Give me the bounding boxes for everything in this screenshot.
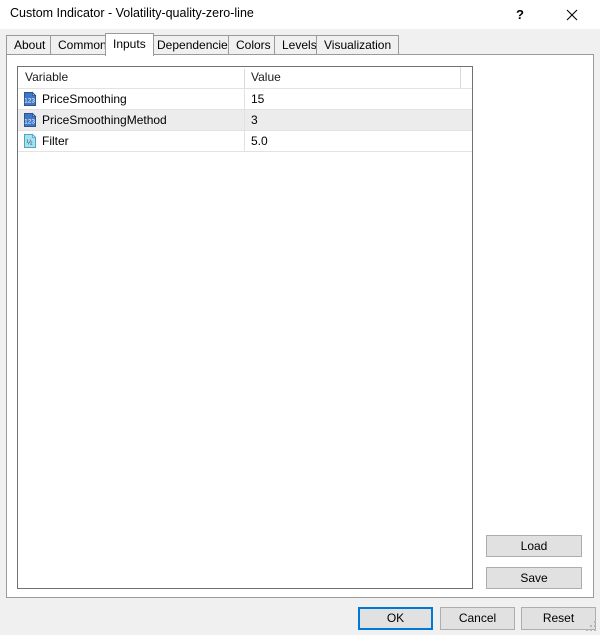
variable-name: Filter (42, 134, 69, 148)
svg-text:123: 123 (24, 119, 35, 126)
table-row[interactable]: ½ Filter 5.0 (18, 131, 472, 152)
integer-variable-icon: 123 (22, 91, 38, 107)
double-variable-icon: ½ (22, 133, 38, 149)
inputs-tab-panel: Variable Value 123 PriceSmoothing 15 123… (6, 54, 594, 598)
row-cell-divider (244, 110, 245, 130)
variable-name: PriceSmoothing (42, 92, 127, 106)
column-header-value[interactable]: Value (251, 67, 281, 88)
title-bar: Custom Indicator - Volatility-quality-ze… (0, 0, 600, 30)
variable-value[interactable]: 5.0 (251, 131, 268, 151)
tab-about[interactable]: About (6, 35, 54, 55)
variable-name: PriceSmoothingMethod (42, 113, 167, 127)
column-divider-right[interactable] (460, 67, 461, 88)
resize-grip[interactable] (585, 620, 598, 633)
row-cell-divider (244, 131, 245, 151)
window-title: Custom Indicator - Volatility-quality-ze… (10, 6, 254, 20)
close-icon[interactable] (550, 0, 594, 29)
svg-text:½: ½ (27, 139, 33, 147)
grid-header-row: Variable Value (18, 67, 472, 89)
variable-value[interactable]: 15 (251, 89, 264, 109)
ok-button[interactable]: OK (358, 607, 433, 630)
tab-colors[interactable]: Colors (228, 35, 279, 55)
table-row[interactable]: 123 PriceSmoothing 15 (18, 89, 472, 110)
row-cell-divider (244, 89, 245, 109)
cancel-button[interactable]: Cancel (440, 607, 515, 630)
table-row[interactable]: 123 PriceSmoothingMethod 3 (18, 110, 472, 131)
integer-variable-icon: 123 (22, 112, 38, 128)
column-header-variable[interactable]: Variable (25, 67, 68, 88)
variable-value[interactable]: 3 (251, 110, 258, 130)
help-icon[interactable]: ? (498, 0, 542, 29)
tab-strip: About Common Inputs Dependencies Colors … (6, 33, 594, 56)
tab-inputs[interactable]: Inputs (105, 33, 154, 56)
tab-visualization[interactable]: Visualization (316, 35, 400, 55)
parameters-grid[interactable]: Variable Value 123 PriceSmoothing 15 123… (17, 66, 473, 589)
column-divider[interactable] (244, 69, 245, 88)
load-button[interactable]: Load (486, 535, 582, 557)
svg-text:123: 123 (24, 98, 35, 105)
save-button[interactable]: Save (486, 567, 582, 589)
